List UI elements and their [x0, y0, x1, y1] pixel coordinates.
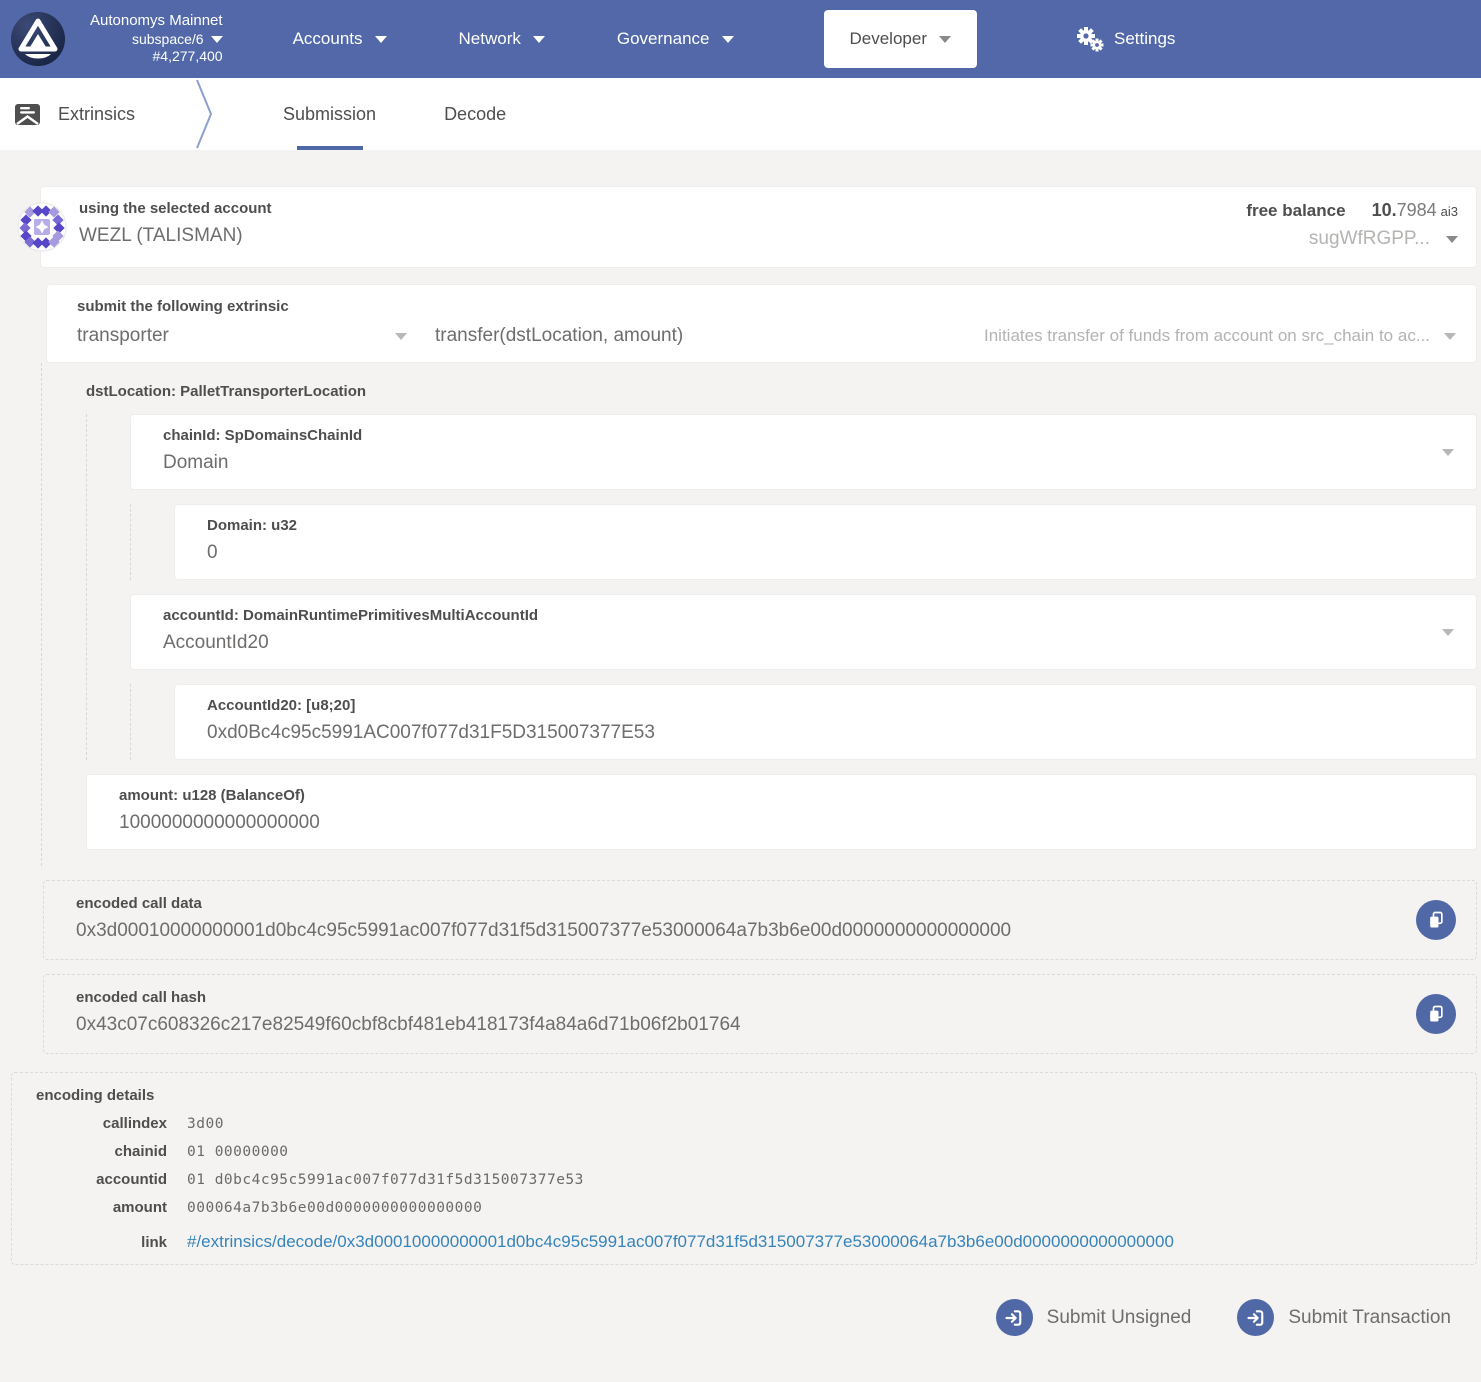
account-card[interactable]: using the selected account WEZL (TALISMA… — [40, 186, 1477, 268]
submit-transaction-button[interactable]: Submit Transaction — [1237, 1299, 1451, 1336]
section-header: Extrinsics — [0, 78, 135, 150]
extrinsic-selector-card: submit the following extrinsic transport… — [46, 284, 1477, 363]
chain-selector[interactable]: subspace/6 — [132, 31, 223, 49]
top-navbar: Autonomys Mainnet subspace/6 #4,277,400 … — [0, 0, 1481, 78]
submit-actions: Submit Unsigned Submit Transaction — [0, 1299, 1451, 1336]
tab-bar: Extrinsics Submission Decode — [0, 78, 1481, 150]
dstlocation-group: chainId: SpDomainsChainId Domain Domain:… — [86, 414, 1477, 760]
extrinsic-params: dstLocation: PalletTransporterLocation c… — [41, 363, 1481, 866]
chevron-down-icon — [395, 333, 407, 340]
detail-row-accountid: accountid 01 d0bc4c95c5991ac007f077d31f5… — [36, 1171, 1456, 1188]
extrinsics-icon — [14, 101, 41, 128]
menu-governance[interactable]: Governance — [617, 29, 734, 49]
account-info: using the selected account WEZL (TALISMA… — [79, 200, 272, 254]
block-number: #4,277,400 — [153, 48, 223, 66]
chainid-select[interactable]: chainId: SpDomainsChainId Domain — [130, 414, 1477, 490]
chevron-down-icon — [1444, 333, 1456, 340]
settings-label: Settings — [1114, 29, 1175, 49]
encoded-call-hash-label: encoded call hash — [76, 989, 1406, 1006]
encoded-call-hash-box: encoded call hash 0x43c07c608326c217e825… — [43, 974, 1477, 1054]
chevron-down-icon — [375, 36, 387, 43]
accountid20-input[interactable]: AccountId20: [u8;20] 0xd0Bc4c95c5991AC00… — [174, 684, 1477, 760]
amount-input[interactable]: amount: u128 (BalanceOf) 100000000000000… — [86, 774, 1477, 850]
account-identicon — [17, 202, 67, 252]
detail-row-amount: amount 000064a7b3b6e00d0000000000000000 — [36, 1199, 1456, 1216]
tab-submission[interactable]: Submission — [283, 78, 376, 150]
method-select[interactable]: transfer(dstLocation, amount) Initiates … — [435, 325, 1456, 347]
encoded-call-data-value: 0x3d00010000000001d0bc4c95c5991ac007f077… — [76, 920, 1406, 942]
submit-unsigned-button[interactable]: Submit Unsigned — [996, 1299, 1192, 1336]
detail-row-chainid: chainid 01 00000000 — [36, 1143, 1456, 1160]
gear-icon — [1075, 26, 1105, 52]
encoded-call-data-label: encoded call data — [76, 895, 1406, 912]
copy-icon — [1426, 910, 1446, 930]
account-address: sugWfRGPP... — [1309, 228, 1430, 250]
tab-decode[interactable]: Decode — [444, 78, 506, 150]
section-title: Extrinsics — [58, 104, 135, 125]
chevron-down-icon — [1446, 236, 1458, 243]
account-address-dropdown[interactable]: sugWfRGPP... — [1246, 228, 1458, 250]
pallet-name: transporter — [77, 325, 169, 347]
free-balance-label: free balance — [1246, 201, 1345, 221]
encoded-call-hash-value: 0x43c07c608326c217e82549f60cbf8cbf481eb4… — [76, 1014, 1406, 1036]
detail-row-callindex: callindex 3d00 — [36, 1115, 1456, 1132]
account-label: using the selected account — [79, 200, 272, 217]
chevron-down-icon — [211, 36, 223, 43]
encoded-call-data-box: encoded call data 0x3d00010000000001d0bc… — [43, 880, 1477, 960]
method-description-wrap: Initiates transfer of funds from account… — [984, 326, 1456, 346]
chevron-down-icon — [722, 36, 734, 43]
sign-in-arrow-icon — [1004, 1308, 1024, 1328]
menu-accounts[interactable]: Accounts — [293, 29, 387, 49]
menu-developer[interactable]: Developer — [824, 10, 978, 68]
chevron-down-icon — [1442, 449, 1454, 456]
extrinsic-label: submit the following extrinsic — [77, 298, 1456, 315]
chevron-down-icon — [1442, 629, 1454, 636]
chevron-down-icon — [939, 36, 951, 43]
domain-u32-input[interactable]: Domain: u32 0 — [174, 504, 1477, 580]
dstlocation-label: dstLocation: PalletTransporterLocation — [86, 383, 1477, 400]
autonomys-logo-icon[interactable] — [8, 9, 68, 69]
copy-call-hash-button[interactable] — [1416, 994, 1456, 1034]
copy-icon — [1426, 1004, 1446, 1024]
encoding-details-box: encoding details callindex 3d00 chainid … — [11, 1072, 1477, 1265]
encoding-details-label: encoding details — [36, 1087, 1456, 1104]
copy-call-data-button[interactable] — [1416, 900, 1456, 940]
main-menu: Accounts Network Governance Developer — [293, 10, 1176, 68]
brand-block: Autonomys Mainnet subspace/6 #4,277,400 — [90, 12, 223, 66]
sign-in-arrow-icon — [1246, 1308, 1266, 1328]
free-balance-value: 10.7984ai3 — [1372, 200, 1458, 221]
main-content: using the selected account WEZL (TALISMA… — [0, 150, 1481, 1336]
menu-settings[interactable]: Settings — [1075, 26, 1175, 52]
accountid-select[interactable]: accountId: DomainRuntimePrimitivesMultiA… — [130, 594, 1477, 670]
method-name: transfer(dstLocation, amount) — [435, 325, 683, 347]
accountid-group: AccountId20: [u8;20] 0xd0Bc4c95c5991AC00… — [130, 684, 1477, 760]
account-balance-block: free balance 10.7984ai3 sugWfRGPP... — [1246, 200, 1458, 254]
account-name: WEZL (TALISMAN) — [79, 225, 272, 247]
decode-link[interactable]: #/extrinsics/decode/0x3d00010000000001d0… — [187, 1232, 1174, 1252]
chain-name: subspace/6 — [132, 31, 204, 49]
detail-row-link: link #/extrinsics/decode/0x3d00010000000… — [36, 1232, 1456, 1252]
network-title: Autonomys Mainnet — [90, 12, 223, 31]
breadcrumb-chevron-icon — [193, 78, 215, 150]
menu-network[interactable]: Network — [459, 29, 545, 49]
method-description: Initiates transfer of funds from account… — [984, 326, 1430, 346]
chevron-down-icon — [533, 36, 545, 43]
chainid-group: Domain: u32 0 — [130, 504, 1477, 580]
pallet-select[interactable]: transporter — [77, 325, 407, 347]
